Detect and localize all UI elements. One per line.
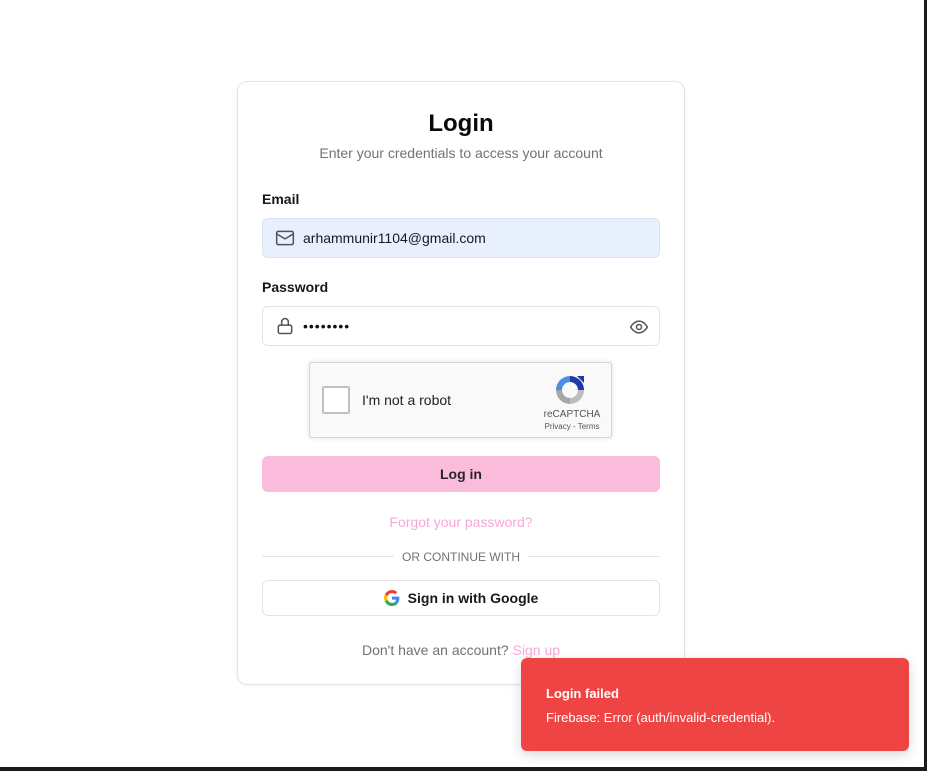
mail-icon [275, 228, 295, 248]
email-input-value[interactable]: arhammunir1104@gmail.com [303, 230, 486, 246]
page-title: Login [428, 110, 494, 137]
captcha-links[interactable]: Privacy - Terms [532, 422, 612, 431]
recaptcha-icon [553, 373, 587, 407]
captcha-label: I'm not a robot [362, 392, 452, 408]
captcha-brand: reCAPTCHA [543, 409, 601, 420]
signup-link[interactable]: Sign up [513, 642, 560, 658]
signup-prompt: Don't have an account? [361, 642, 509, 658]
page-viewport: Login Enter your credentials to access y… [0, 0, 924, 767]
email-field[interactable]: arhammunir1104@gmail.com [262, 218, 660, 258]
toast-title: Login failed [546, 686, 619, 701]
password-input-value[interactable]: •••••••• [303, 318, 350, 334]
login-button[interactable]: Log in [262, 456, 660, 492]
captcha-checkbox[interactable] [322, 386, 350, 414]
recaptcha-widget: I'm not a robot reCAPTCHA Privacy - Term… [309, 362, 612, 438]
page-subtitle: Enter your credentials to access your ac… [319, 145, 603, 161]
lock-icon [275, 316, 295, 336]
toast-description: Firebase: Error (auth/invalid-credential… [546, 710, 776, 725]
google-icon [383, 590, 400, 606]
email-label: Email [262, 191, 300, 207]
forgot-password-link[interactable]: Forgot your password? [238, 514, 684, 530]
divider: OR CONTINUE WITH [262, 550, 660, 564]
password-label: Password [262, 279, 329, 295]
login-card: Login Enter your credentials to access y… [237, 81, 685, 685]
google-signin-button[interactable]: Sign in with Google [262, 580, 660, 616]
divider-text-wrap: OR CONTINUE WITH [262, 550, 660, 564]
google-button-label: Sign in with Google [407, 590, 539, 606]
divider-text: OR CONTINUE WITH [394, 550, 528, 564]
signup-row: Don't have an account? Sign up [238, 642, 684, 658]
eye-icon[interactable] [629, 317, 649, 337]
error-toast[interactable]: Login failed Firebase: Error (auth/inval… [521, 658, 909, 751]
password-field[interactable]: •••••••• [262, 306, 660, 346]
